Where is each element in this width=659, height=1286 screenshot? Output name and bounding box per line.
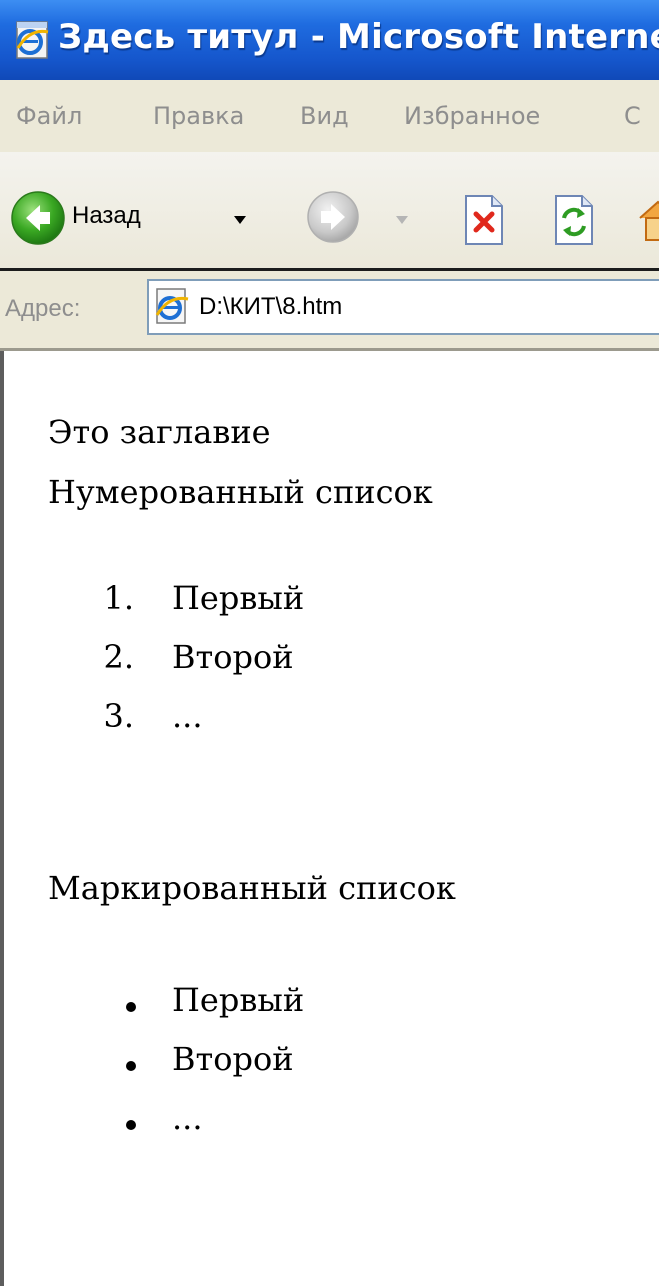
bulleted-list-title: Маркированный список [48,869,456,907]
list-item-text: ... [172,1099,203,1137]
address-bar: Адрес: D:\КИТ\8.htm [0,271,659,351]
home-icon[interactable] [638,194,659,246]
forward-arrow-icon[interactable] [306,190,360,244]
list-item-number: 2. [103,638,134,676]
ie-page-icon [155,288,189,324]
list-item-text: Второй [172,638,294,676]
address-input[interactable]: D:\КИТ\8.htm [147,279,659,335]
list-item-text: Первый [172,579,305,617]
list-item-text: ... [172,697,203,735]
bullet-marker [126,1120,136,1130]
list-item-number: 3. [103,697,134,735]
menu-view[interactable]: Вид [300,102,349,130]
menu-favorites[interactable]: Избранное [404,102,540,130]
address-value[interactable]: D:\КИТ\8.htm [199,293,342,321]
refresh-icon[interactable] [552,194,596,246]
back-arrow-icon[interactable] [10,190,66,246]
bullet-marker [126,1002,136,1012]
title-bar[interactable]: Здесь титул - Microsoft Interne [0,0,659,80]
toolbar: Назад [0,152,659,270]
address-label: Адрес: [5,295,81,322]
ordered-list-title: Нумерованный список [48,473,433,511]
page-content: Это заглавие Нумерованный список 1. Перв… [0,351,659,1286]
page-heading: Это заглавие [48,413,271,451]
list-item-number: 1. [103,579,134,617]
stop-icon[interactable] [462,194,506,246]
menu-file[interactable]: Файл [16,102,82,130]
bullet-marker [126,1061,136,1071]
back-button-label[interactable]: Назад [72,202,141,230]
window-title: Здесь титул - Microsoft Interne [58,17,659,57]
list-item-text: Первый [172,981,305,1019]
back-dropdown-icon[interactable] [234,216,246,224]
ie-window-icon[interactable] [14,18,52,62]
list-item-text: Второй [172,1040,294,1078]
menu-edit[interactable]: Правка [153,102,244,130]
forward-dropdown-icon[interactable] [396,216,408,224]
menu-bar: Файл Правка Вид Избранное С [0,80,659,153]
menu-service[interactable]: С [624,102,641,130]
